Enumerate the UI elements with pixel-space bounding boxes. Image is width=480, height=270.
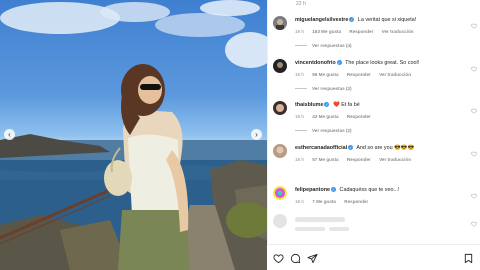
comment-meta: 19 h 43 Me gusta Responder (295, 114, 378, 119)
avatar[interactable] (273, 144, 287, 158)
comment-likes[interactable]: 43 Me gusta (312, 114, 338, 119)
view-replies-button[interactable]: Ver respuestas (2) (295, 128, 352, 133)
reply-button[interactable]: Responder (347, 114, 371, 119)
paper-plane-icon[interactable] (307, 253, 318, 264)
reply-button[interactable]: Responder (344, 199, 368, 204)
comment-username[interactable]: miguelangelsilvestre (295, 17, 348, 23)
comment-heart-icon[interactable] (471, 108, 477, 114)
comment-time: 19 h (295, 114, 304, 119)
comment-item: esthercanadaofficial ✓ And so are you 😎😎😎… (273, 144, 480, 172)
comment-line: miguelangelsilvestre ✓ La veritat que si … (295, 17, 416, 23)
verified-icon: ✓ (331, 187, 337, 193)
comment-heart-icon[interactable] (471, 221, 477, 227)
comment-likes[interactable]: 7 Me gusta (312, 199, 336, 204)
previous-photo-button[interactable]: ‹ (4, 129, 15, 140)
comment-item: vincentdonofrio ✓ The place looks great. … (273, 59, 480, 99)
blurred-text (329, 227, 349, 231)
translate-button[interactable]: Ver traducción (379, 157, 411, 162)
post-photo[interactable]: ‹ › (0, 0, 267, 270)
comment-likes[interactable]: 57 Me gusta (312, 157, 338, 162)
reply-button[interactable]: Responder (347, 157, 371, 162)
comment-item: thaisblume ✓ ❤️ Et fa bé 19 h 43 Me gusta… (273, 101, 480, 141)
avatar[interactable] (273, 16, 287, 30)
comment-username[interactable]: vincentdonofrio (295, 60, 336, 66)
avatar[interactable] (273, 59, 287, 73)
view-replies-button[interactable]: Ver respuestas (2) (295, 86, 352, 91)
comment-username[interactable]: thaisblume (295, 102, 323, 108)
comment-icon[interactable] (290, 253, 301, 264)
translate-button[interactable]: Ver traducción (382, 29, 414, 34)
comment-item-blurred (273, 214, 480, 242)
comment-likes[interactable]: 163 Me gusta (312, 29, 341, 34)
comment-heart-icon[interactable] (471, 193, 477, 199)
comment-username[interactable]: felipepantone (295, 187, 330, 193)
bookmark-icon[interactable] (463, 253, 474, 264)
post-time: 22 h (296, 1, 306, 7)
comment-username[interactable]: esthercanadaofficial (295, 145, 347, 151)
comment-text: La veritat que si xiqueta! (357, 17, 417, 23)
comment-time: 19 h (295, 72, 304, 77)
comment-likes[interactable]: 56 Me gusta (312, 72, 338, 77)
comment-emoji: ❤️ (332, 102, 340, 108)
blurred-text (295, 227, 325, 231)
comment-time: 19 h (295, 29, 304, 34)
comment-item: miguelangelsilvestre ✓ La veritat que si … (273, 16, 480, 56)
next-photo-button[interactable]: › (251, 129, 262, 140)
comment-item: felipepantone ✓ Cadaquéss que te veo...! … (273, 186, 480, 214)
comment-meta: 19 h 163 Me gusta Responder Ver traducci… (295, 29, 421, 34)
comment-meta: 19 h 56 Me gusta Responder Ver traducció… (295, 72, 418, 77)
comment-line: esthercanadaofficial ✓ And so are you 😎😎😎 (295, 145, 414, 151)
comment-time: 18 h (295, 157, 304, 162)
translate-button[interactable]: Ver traducción (379, 72, 411, 77)
comment-line: vincentdonofrio ✓ The place looks great. … (295, 60, 419, 66)
verified-icon: ✓ (349, 17, 355, 23)
comment-text: Cadaquéss que te veo...! (339, 187, 400, 193)
photo-illustration (0, 0, 267, 270)
verified-icon: ✓ (336, 60, 342, 66)
avatar[interactable] (273, 186, 287, 200)
comment-heart-icon[interactable] (471, 151, 477, 157)
comment-meta: 19 h 7 Me gusta Responder (295, 199, 375, 204)
heart-icon[interactable] (273, 253, 284, 264)
comment-heart-icon[interactable] (471, 66, 477, 72)
comment-text: And so are you (356, 145, 393, 151)
avatar (273, 214, 287, 228)
comment-heart-icon[interactable] (471, 23, 477, 29)
comment-line: felipepantone ✓ Cadaquéss que te veo...! (295, 187, 399, 193)
avatar[interactable] (273, 101, 287, 115)
verified-icon: ✓ (348, 145, 354, 151)
verified-icon: ✓ (324, 102, 330, 108)
comment-meta: 18 h 57 Me gusta Responder Ver traducció… (295, 157, 418, 162)
post-action-bar (267, 244, 480, 270)
reply-button[interactable]: Responder (347, 72, 371, 77)
comment-time: 19 h (295, 199, 304, 204)
comment-line: thaisblume ✓ ❤️ Et fa bé (295, 102, 360, 108)
comment-text: Et fa bé (341, 102, 360, 108)
comment-emoji: 😎😎😎 (394, 145, 415, 151)
reply-button[interactable]: Responder (349, 29, 373, 34)
blurred-text (295, 217, 345, 222)
view-replies-button[interactable]: Ver respuestas (4) (295, 43, 352, 48)
comment-text: The place looks great. So cool! (345, 60, 420, 66)
